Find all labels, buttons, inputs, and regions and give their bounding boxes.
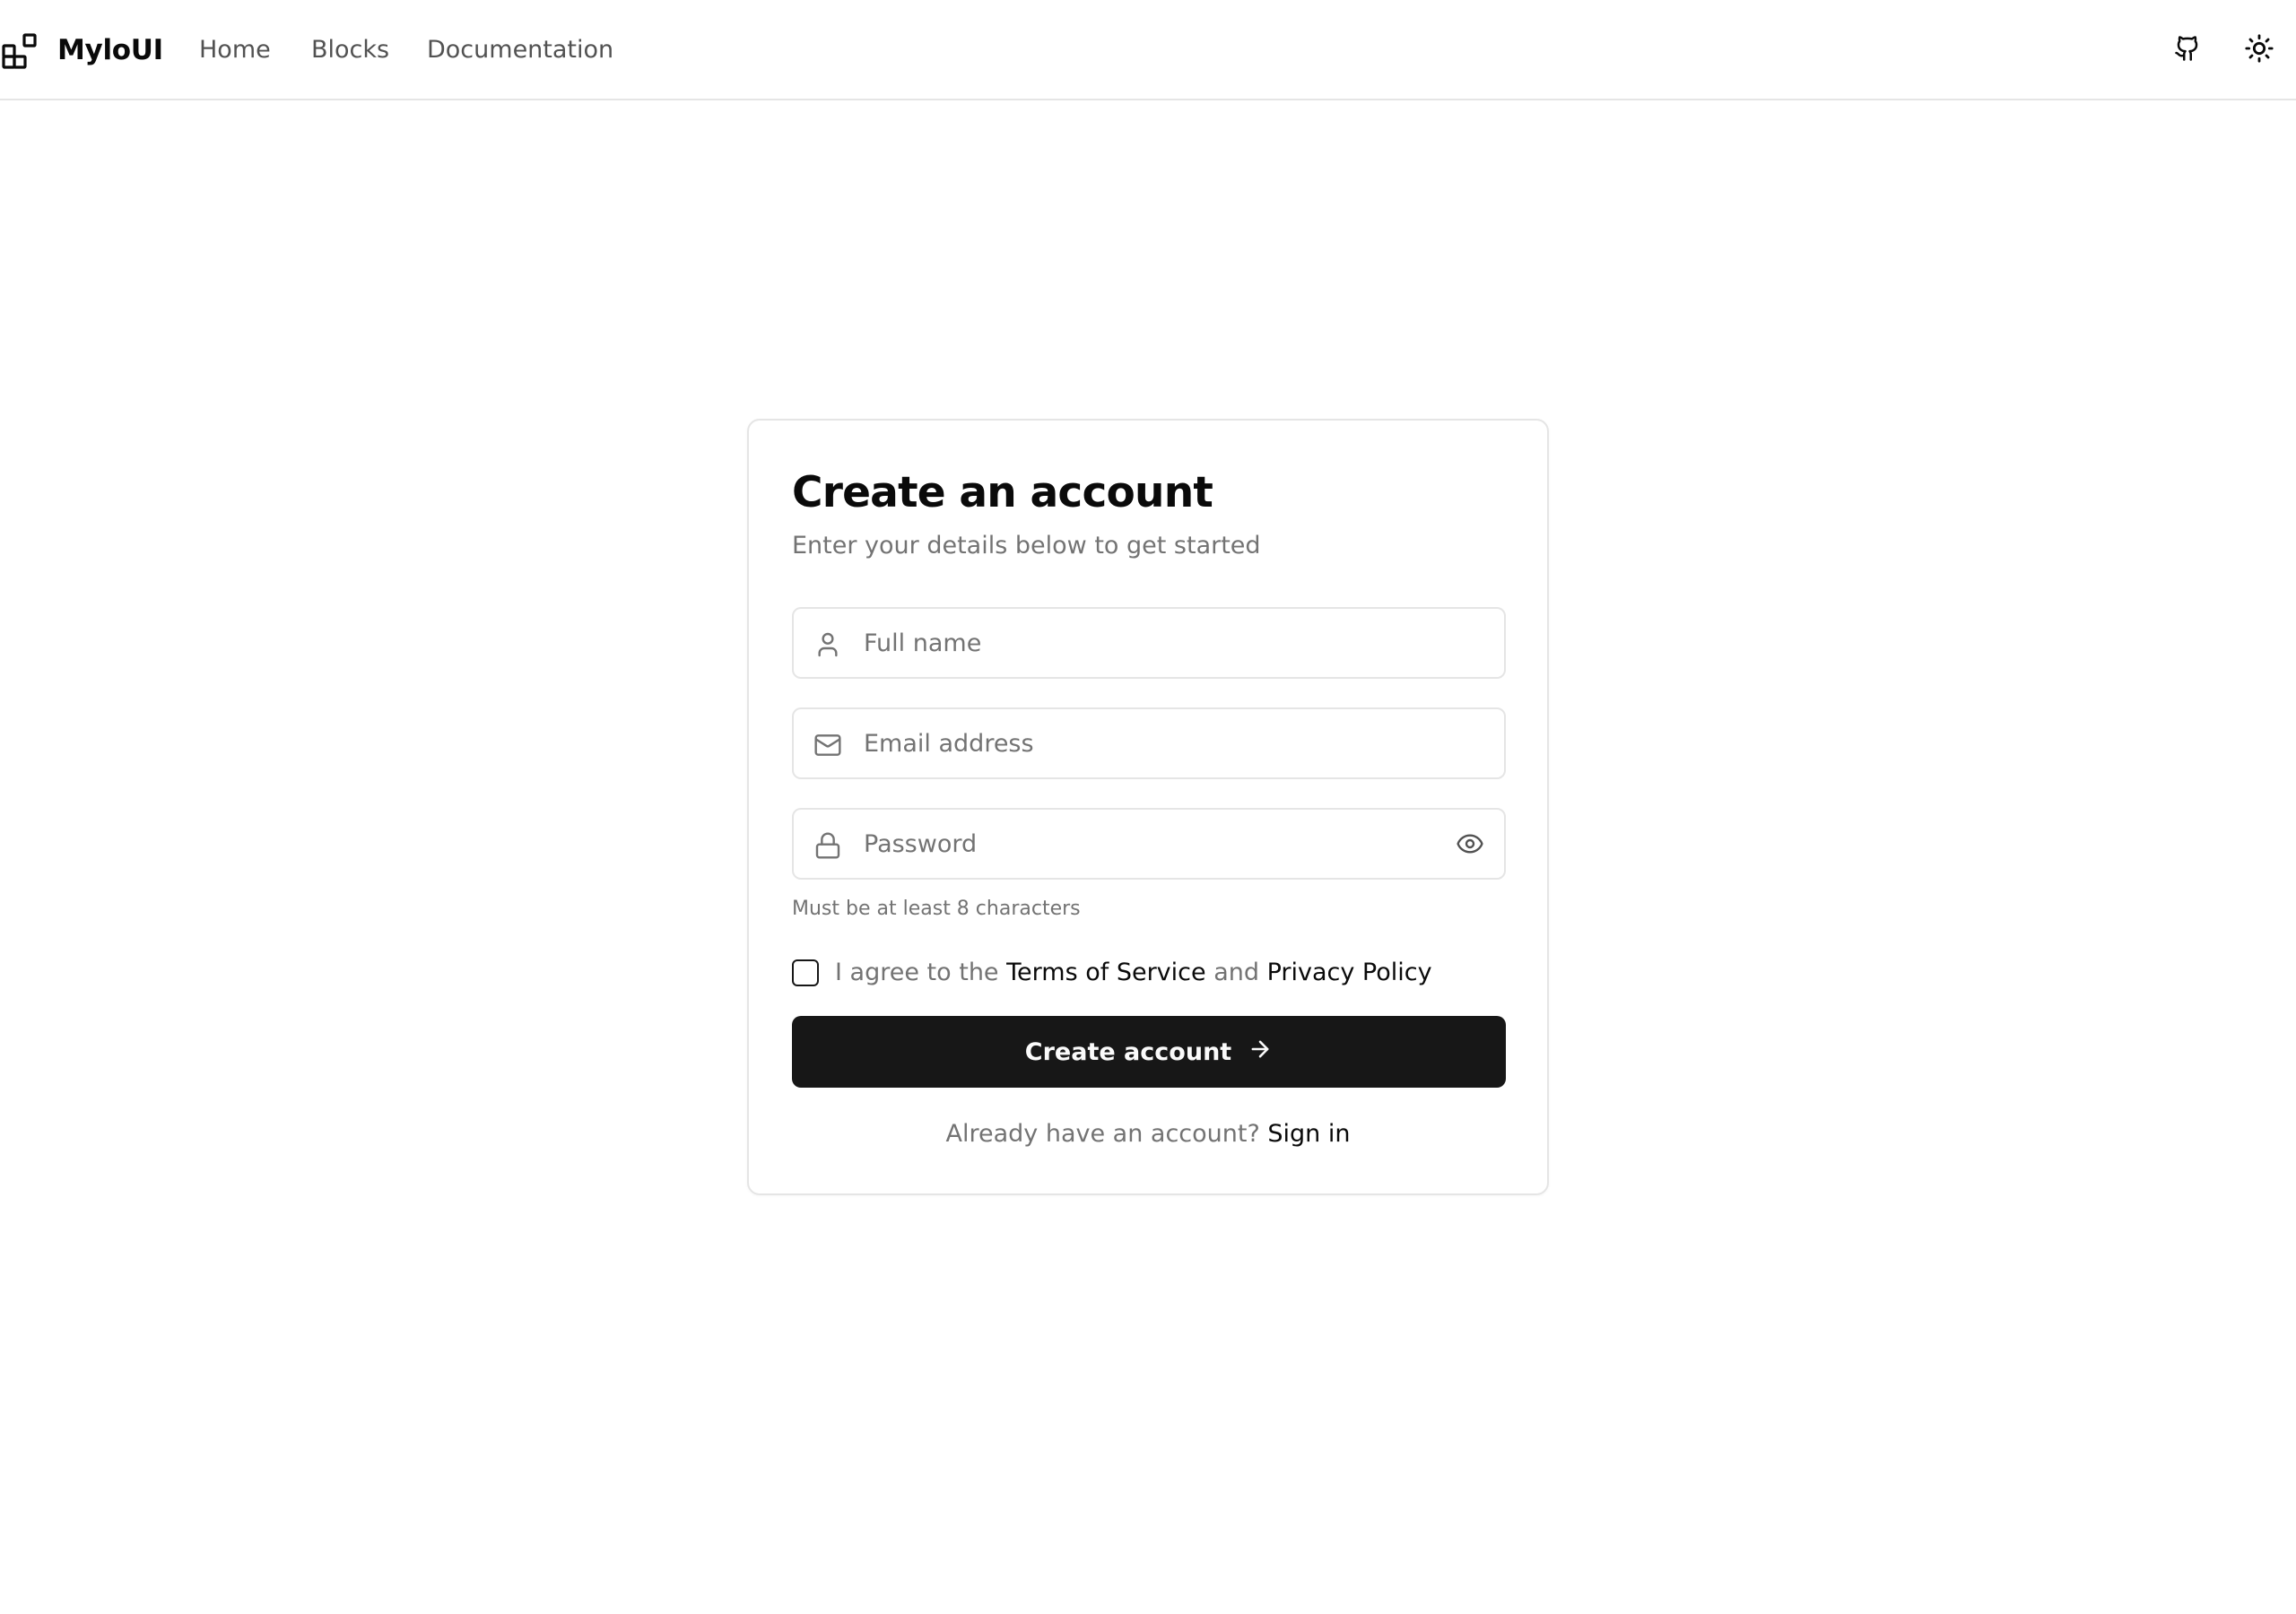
password-field[interactable] xyxy=(792,808,1506,880)
create-account-button[interactable]: Create account xyxy=(792,1016,1506,1088)
terms-of-service-link[interactable]: Terms of Service xyxy=(1006,959,1206,986)
toggle-password-visibility-button[interactable] xyxy=(1454,829,1486,862)
eye-icon xyxy=(1456,829,1484,862)
github-button[interactable] xyxy=(2166,29,2209,72)
full-name-field[interactable] xyxy=(792,607,1506,679)
terms-checkbox[interactable] xyxy=(792,959,819,986)
terms-prefix: I agree to the xyxy=(835,959,1007,986)
privacy-policy-link[interactable]: Privacy Policy xyxy=(1267,959,1432,986)
password-input[interactable] xyxy=(864,810,1420,878)
sun-icon xyxy=(2244,33,2274,67)
full-name-input[interactable] xyxy=(864,609,1420,677)
arrow-right-icon xyxy=(1248,1037,1273,1068)
github-icon xyxy=(2174,35,2201,65)
nav-documentation-link[interactable]: Documentation xyxy=(427,32,613,68)
terms-label: I agree to the Terms of Service and Priv… xyxy=(835,955,1432,991)
brand-name[interactable]: MyloUI xyxy=(57,32,163,68)
signin-prompt: Already have an account? Sign in xyxy=(749,1116,1547,1152)
theme-toggle-button[interactable] xyxy=(2238,29,2281,72)
blocks-logo-icon xyxy=(2,32,39,70)
card-subtitle: Enter your details below to get started xyxy=(792,532,1261,560)
lock-icon xyxy=(813,831,842,860)
terms-agreement: I agree to the Terms of Service and Priv… xyxy=(792,955,1506,991)
signin-link[interactable]: Sign in xyxy=(1267,1120,1350,1148)
signup-card: Create an account Enter your details bel… xyxy=(747,419,1549,1195)
user-icon xyxy=(813,630,842,659)
password-hint: Must be at least 8 characters xyxy=(792,898,1081,920)
create-account-label: Create account xyxy=(1024,1037,1232,1066)
card-title: Create an account xyxy=(792,468,1213,517)
signin-prompt-text: Already have an account? xyxy=(945,1120,1268,1148)
nav-blocks-link[interactable]: Blocks xyxy=(311,32,389,68)
terms-conjunction: and xyxy=(1205,959,1267,986)
nav-home-link[interactable]: Home xyxy=(199,32,271,68)
email-field[interactable] xyxy=(792,707,1506,779)
top-navbar: MyloUI Home Blocks Documentation xyxy=(0,0,2296,100)
mail-icon xyxy=(813,731,842,759)
email-input[interactable] xyxy=(864,709,1420,777)
